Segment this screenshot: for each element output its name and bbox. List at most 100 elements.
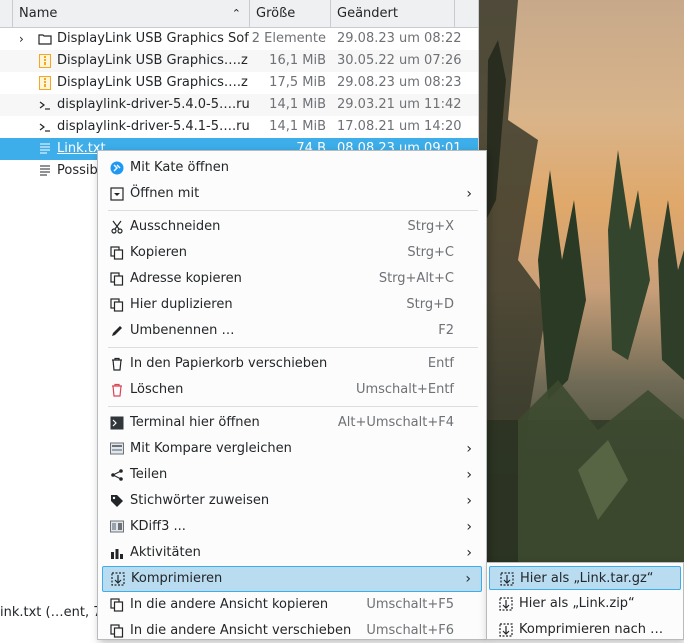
menu-kompare[interactable]: Mit Kompare vergleichen › [102, 437, 482, 461]
wallpaper-painting [478, 0, 684, 640]
file-row[interactable]: displaylink-driver-5.4.0-5….run 14,1 MiB 2… [0, 94, 478, 116]
column-changed[interactable]: Geändert [331, 0, 455, 27]
sort-ascending-icon: ⌃ [231, 7, 241, 20]
kdiff3-icon [110, 520, 124, 533]
text-file-icon [38, 142, 52, 156]
menu-cut[interactable]: Ausschneiden Strg+X [102, 215, 482, 239]
submenu-here-as-targz[interactable]: Hier als „Link.tar.gz“ [489, 566, 681, 590]
menu-move-to-trash[interactable]: In den Papierkorb verschieben Entf [102, 352, 482, 376]
menu-shortcut: Strg+Alt+C [378, 271, 454, 286]
text-file-icon [38, 164, 52, 178]
menu-label: Löschen [130, 382, 184, 397]
archive-icon [38, 54, 52, 68]
menu-label: In die andere Ansicht kopieren [130, 597, 329, 612]
menu-shortcut: Umschalt+Entf [355, 382, 454, 397]
menu-label: Adresse kopieren [130, 271, 242, 286]
menu-open-terminal[interactable]: Terminal hier öffnen Alt+Umschalt+F4 [102, 411, 482, 435]
file-date: 17.08.21 um 14:20 [337, 119, 462, 134]
file-row[interactable]: DisplayLink USB Graphics….zip 17,5 MiB 29.… [0, 72, 478, 94]
menu-assign-tags[interactable]: Stichwörter zuweisen › [102, 489, 482, 513]
chevron-right-icon: › [466, 441, 472, 457]
menu-move-other-view[interactable]: In die andere Ansicht verschieben Umscha… [102, 619, 482, 643]
menu-open-with-kate[interactable]: Mit Kate öffnen [102, 156, 482, 180]
file-size: 16,1 MiB [269, 53, 326, 68]
open-with-icon [110, 187, 124, 201]
script-icon [38, 120, 52, 134]
compress-icon [499, 623, 513, 637]
column-name-label: Name [19, 6, 58, 21]
chevron-right-icon: › [466, 467, 472, 483]
scissors-icon [111, 220, 123, 234]
column-size[interactable]: Größe [250, 0, 331, 27]
menu-shortcut: Alt+Umschalt+F4 [337, 415, 454, 430]
file-date: 30.05.22 um 07:26 [337, 53, 462, 68]
menu-label: Mit Kate öffnen [130, 160, 229, 175]
menu-activities[interactable]: Aktivitäten › [102, 541, 482, 565]
chevron-right-icon: › [466, 519, 472, 535]
menu-duplicate[interactable]: Hier duplizieren Strg+D [102, 293, 482, 317]
copy-icon [110, 246, 124, 260]
menu-label: Hier duplizieren [130, 297, 233, 312]
copy-icon [110, 598, 124, 612]
menu-copy[interactable]: Kopieren Strg+C [102, 241, 482, 265]
file-name: displaylink-driver-5.4.1-5….run [57, 119, 249, 134]
menu-compress[interactable]: Komprimieren › [102, 566, 482, 592]
menu-label: Kopieren [130, 245, 187, 260]
share-icon [111, 469, 123, 481]
chevron-right-icon: › [465, 571, 471, 587]
menu-shortcut: Strg+X [407, 219, 454, 234]
terminal-icon [110, 416, 124, 430]
menu-copy-other-view[interactable]: In die andere Ansicht kopieren Umschalt+… [102, 593, 482, 617]
menu-label: KDiff3 ... [130, 519, 186, 534]
file-name: DisplayLink USB Graphics Sof… [57, 31, 249, 46]
menu-label: Stichwörter zuweisen [130, 493, 270, 508]
file-name: DisplayLink USB Graphics….zip [57, 75, 249, 90]
menu-separator [108, 210, 478, 211]
activities-icon [111, 549, 123, 559]
menu-label: In die andere Ansicht verschieben [130, 623, 352, 638]
menu-open-with[interactable]: Öffnen mit › [102, 182, 482, 206]
chevron-right-icon[interactable]: › [19, 28, 24, 50]
menu-shortcut: F2 [438, 323, 454, 338]
menu-label: Mit Kompare vergleichen [130, 441, 292, 456]
file-name: DisplayLink USB Graphics….zip [57, 53, 249, 68]
compress-submenu: Hier als „Link.tar.gz“ Hier als „Link.zi… [486, 562, 684, 640]
file-size: 14,1 MiB [269, 119, 326, 134]
status-text: ink.txt (…ent, 74 [0, 605, 98, 620]
submenu-compress-to[interactable]: Komprimieren nach … [489, 618, 681, 642]
menu-label: Hier als „Link.zip“ [519, 596, 635, 611]
chevron-right-icon: › [466, 545, 472, 561]
menu-delete[interactable]: Löschen Umschalt+Entf [102, 378, 482, 402]
menu-copy-address[interactable]: Adresse kopieren Strg+Alt+C [102, 267, 482, 291]
file-row[interactable]: › DisplayLink USB Graphics Sof… 2 Elemente… [0, 28, 478, 50]
menu-rename[interactable]: Umbenennen … F2 [102, 319, 482, 343]
file-row[interactable]: displaylink-driver-5.4.1-5….run 14,1 MiB 1… [0, 116, 478, 138]
kompare-icon [110, 442, 124, 455]
compress-icon [111, 572, 125, 586]
menu-separator [108, 406, 478, 407]
script-icon [38, 98, 52, 112]
menu-share[interactable]: Teilen › [102, 463, 482, 487]
delete-icon [112, 383, 122, 397]
menu-label: In den Papierkorb verschieben [130, 356, 328, 371]
menu-label: Aktivitäten [130, 545, 201, 560]
file-size: 17,5 MiB [269, 75, 326, 90]
menu-label: Ausschneiden [130, 219, 221, 234]
menu-separator [108, 347, 478, 348]
submenu-here-as-zip[interactable]: Hier als „Link.zip“ [489, 592, 681, 616]
column-name[interactable]: Name ⌃ [12, 0, 250, 27]
file-row[interactable]: DisplayLink USB Graphics….zip 16,1 MiB 30.… [0, 50, 478, 72]
trash-icon [112, 357, 122, 371]
menu-label: Hier als „Link.tar.gz“ [520, 571, 654, 586]
menu-kdiff3[interactable]: KDiff3 ... › [102, 515, 482, 539]
folder-icon [38, 32, 52, 46]
column-header: Name ⌃ Größe Geändert [0, 0, 478, 28]
file-date: 29.08.23 um 08:23 [337, 75, 462, 90]
file-date: 29.08.23 um 08:22 [337, 31, 462, 46]
menu-shortcut: Entf [427, 356, 454, 371]
compress-icon [500, 572, 514, 586]
tag-icon [111, 495, 123, 507]
chevron-right-icon: › [466, 186, 472, 202]
move-icon [110, 624, 124, 638]
file-size: 2 Elemente [251, 31, 326, 46]
